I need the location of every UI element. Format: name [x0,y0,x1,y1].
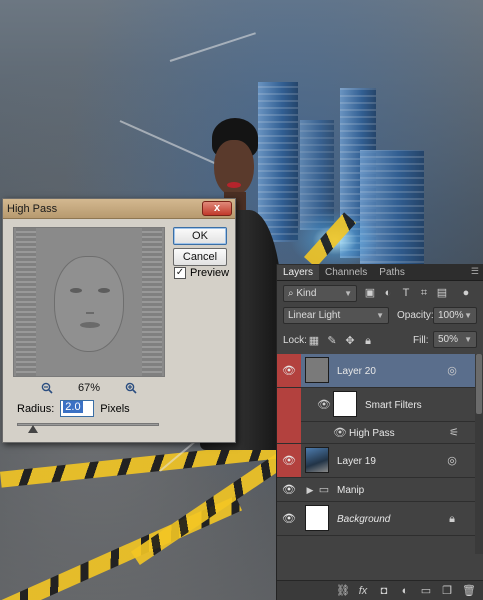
visibility-eye-icon[interactable]: 👁︎ [277,502,301,535]
opacity-label: Opacity: [397,310,434,321]
layer-thumbnail [305,447,329,473]
filter-options-icon[interactable]: ⚟ [447,426,461,440]
preview-checkbox[interactable]: ✓ [174,267,186,279]
blend-mode-select[interactable]: Linear Light ▼ [283,307,389,324]
dialog-titlebar[interactable]: High Pass [3,199,235,219]
fill-label: Fill: [413,335,429,346]
lock-icon: 🔒︎ [449,513,455,525]
fx-icon[interactable]: fx [357,585,369,597]
layers-toolbar: ⛓︎ fx ◘ ◐ ▭ ❐ 🗑︎ [277,580,483,600]
visibility-eye-icon[interactable]: 👁︎ [277,354,301,387]
smart-object-badge-icon: ◎ [447,455,457,467]
radius-value: 2.0 [63,401,83,413]
shape-filter-icon[interactable]: ⌗ [417,286,431,300]
opacity-value: 100% [438,310,464,321]
link-icon[interactable]: ⛓︎ [336,584,350,597]
preview-toggle[interactable]: ✓ Preview [174,267,229,279]
layers-scrollbar[interactable] [475,354,483,554]
layer-name[interactable]: Background [337,514,390,525]
visibility-eye-icon[interactable]: 👁︎ [277,478,301,501]
smart-filters-label[interactable]: Smart Filters [365,400,422,411]
filter-mask-thumbnail [333,391,357,417]
layer-thumbnail [305,357,329,383]
ok-button[interactable]: OK [173,227,227,245]
adjustment-icon[interactable]: ◐ [399,585,411,597]
adjustment-filter-icon[interactable]: ◐ [381,286,395,300]
filter-kind-select[interactable]: ⌕ Kind ▼ [283,285,357,302]
radius-slider-track[interactable] [17,423,159,426]
fill-field[interactable]: 50% ▼ [433,331,477,348]
layer-row[interactable]: 👁︎ Layer 20 ◎ [277,354,483,388]
tab-layers[interactable]: Layers [277,265,320,280]
smart-object-badge-icon: ◎ [447,365,457,377]
trash-icon[interactable]: 🗑︎ [462,584,476,597]
scratch-streak [169,32,256,62]
zoom-out-icon[interactable] [39,380,55,396]
layer-row[interactable]: 👁︎ High Pass ⚟ [277,422,483,444]
type-filter-icon[interactable]: T [399,286,413,300]
chevron-right-icon[interactable]: ▶ [303,483,317,497]
preview-building [142,228,162,376]
lock-image-icon[interactable]: ✎ [325,334,339,348]
radius-label: Radius: [17,402,55,415]
layer-row[interactable]: 👁︎ ▶ ▭ Manip [277,478,483,502]
zoom-controls: 67% [13,380,165,396]
blend-mode-value: Linear Light [288,310,341,321]
preview-label: Preview [190,267,230,279]
folder-icon[interactable]: ▭ [420,584,432,597]
filter-name[interactable]: High Pass [349,428,395,439]
layers-panel: Layers Channels Paths ☰ ⌕ Kind ▼ ▣ ◐ T ⌗… [276,264,483,600]
scrollbar-thumb[interactable] [476,354,482,414]
layer-thumbnail [305,505,329,531]
preview-nose [86,302,94,314]
lock-position-icon[interactable]: ✥ [343,334,357,348]
zoom-in-icon[interactable] [123,380,139,396]
group-name[interactable]: Manip [337,485,364,496]
lock-label: Lock: [283,335,307,346]
dialog-title: High Pass [7,202,58,215]
opacity-field[interactable]: 100% ▼ [433,307,477,324]
filter-toggle-icon[interactable]: ● [459,286,473,300]
lips [227,182,241,188]
visibility-eye-icon[interactable]: 👁︎ [333,426,347,440]
preview-eye [70,288,82,293]
chevron-down-icon: ▼ [344,289,352,298]
cancel-button[interactable]: Cancel [173,248,227,266]
layer-row[interactable]: 👁︎ Background 🔒︎ [277,502,483,536]
close-button[interactable]: x [202,201,232,216]
tab-channels[interactable]: Channels [319,265,373,280]
filter-kind-value: Kind [296,288,317,299]
layer-row[interactable]: 👁︎ Smart Filters [277,388,483,456]
fill-value: 50% [438,334,459,345]
zoom-level: 67% [77,382,101,394]
radius-row: Radius: 2.0 Pixels [17,400,130,417]
mask-icon[interactable]: ◘ [378,585,390,597]
layer-name[interactable]: Layer 19 [337,456,376,467]
chevron-down-icon: ▼ [376,311,384,320]
high-pass-dialog: High Pass x 67% OK Cancel ✓ Preview Radi… [2,198,236,443]
preview-eye [98,288,110,293]
preview-building [16,228,36,376]
lock-transparent-icon[interactable]: ▦ [307,334,321,348]
layer-row[interactable]: 👁︎ Layer 19 ◎ [277,444,483,478]
filter-preview[interactable] [13,227,165,377]
panel-tabs: Layers Channels Paths ☰ [277,264,483,281]
radius-slider-thumb[interactable] [28,425,38,433]
preview-mouth [80,322,100,328]
layer-name[interactable]: Layer 20 [337,366,376,377]
lock-all-icon[interactable]: 🔒︎ [361,334,375,348]
smart-object-filter-icon[interactable]: ▤ [435,286,449,300]
folder-icon: ▭ [318,484,330,496]
visibility-eye-icon[interactable]: 👁︎ [317,398,331,412]
close-icon: x [213,202,221,214]
radius-unit: Pixels [100,402,130,415]
new-layer-icon[interactable]: ❐ [441,584,453,597]
visibility-eye-icon[interactable]: 👁︎ [277,444,301,477]
chevron-down-icon: ▼ [464,311,472,320]
panel-menu-icon[interactable]: ☰ [471,266,479,277]
pixel-filter-icon[interactable]: ▣ [363,286,377,300]
chevron-down-icon: ▼ [464,335,472,344]
tab-paths[interactable]: Paths [373,265,411,280]
radius-input[interactable]: 2.0 [60,400,95,417]
